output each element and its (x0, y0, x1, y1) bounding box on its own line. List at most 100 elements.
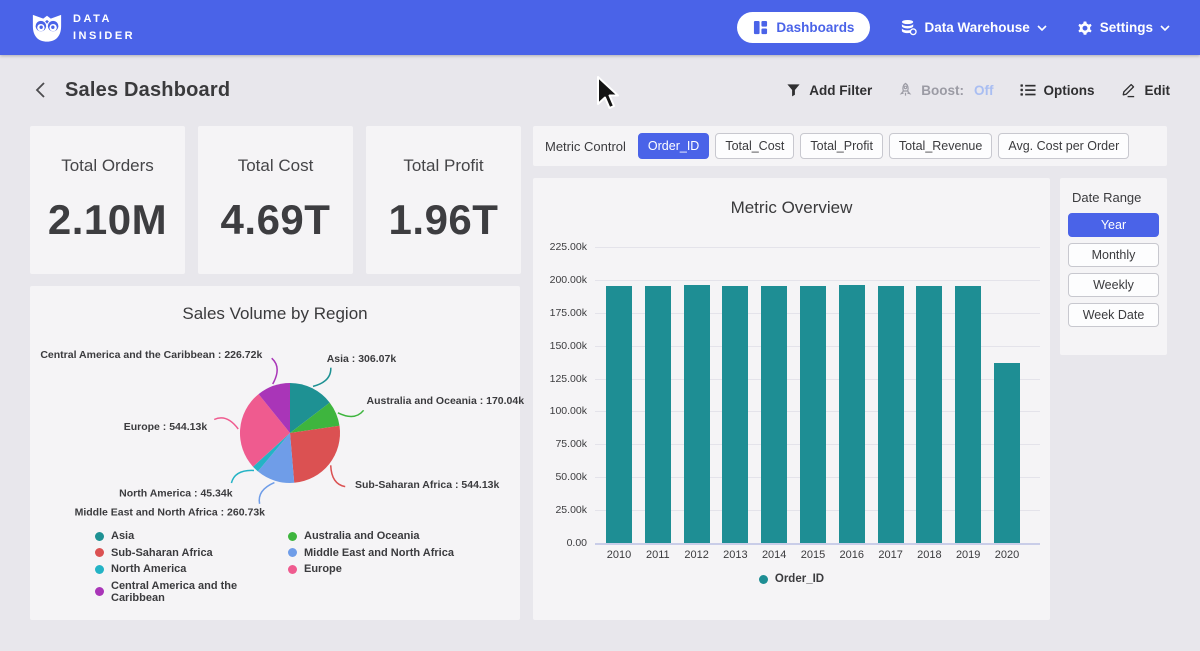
legend-label: Australia and Oceania (304, 530, 420, 542)
x-axis-tick-2014: 2014 (754, 549, 794, 561)
metric-chips: Order_IDTotal_CostTotal_ProfitTotal_Reve… (638, 133, 1129, 159)
chevron-down-icon (1160, 25, 1170, 31)
kpi-label: Total Profit (403, 156, 483, 176)
dashboards-grid-icon (753, 20, 768, 35)
bar-2020[interactable] (994, 363, 1020, 543)
kpi-value: 1.96T (389, 196, 499, 244)
pie-label-sub-saharan-africa: Sub-Saharan Africa : 544.13k (355, 479, 499, 491)
pie-callout-line (214, 418, 238, 429)
pie-legend-item-australia-and-oceania[interactable]: Australia and Oceania (288, 530, 454, 542)
nav-data-warehouse-menu[interactable]: Data Warehouse (900, 19, 1046, 36)
add-filter-button[interactable]: Add Filter (786, 83, 872, 98)
top-navigation: DATA INSIDER Dashboards D (0, 0, 1200, 55)
x-axis-tick-2015: 2015 (793, 549, 833, 561)
y-axis-tick: 175.00k (535, 307, 587, 319)
pie-legend-item-europe[interactable]: Europe (288, 563, 454, 575)
pie-legend-item-sub-saharan-africa[interactable]: Sub-Saharan Africa (95, 547, 288, 559)
pie-label-central-america-and-the-caribbean: Central America and the Caribbean : 226.… (40, 349, 262, 361)
y-axis-tick: 25.00k (535, 504, 587, 516)
database-icon (900, 19, 917, 36)
bar-2014[interactable] (761, 286, 787, 543)
boost-toggle[interactable]: Boost:Off (898, 82, 993, 98)
kpi-value: 4.69T (221, 196, 331, 244)
pie-label-asia: Asia : 306.07k (327, 353, 397, 365)
date-range-card: Date Range YearMonthlyWeeklyWeek Date (1060, 178, 1167, 355)
legend-label: North America (111, 563, 186, 575)
app-root: DATA INSIDER Dashboards D (0, 0, 1200, 651)
legend-label: Asia (111, 530, 134, 542)
options-button[interactable]: Options (1020, 83, 1095, 98)
owl-logo-icon (30, 12, 64, 44)
legend-dot (95, 532, 104, 541)
y-axis-tick: 75.00k (535, 438, 587, 450)
y-axis-tick: 150.00k (535, 340, 587, 352)
brand-text: DATA INSIDER (73, 11, 135, 44)
y-axis-tick: 0.00 (535, 537, 587, 549)
bar-2011[interactable] (645, 286, 671, 543)
pie-callout-line (231, 470, 254, 483)
bar-2019[interactable] (955, 286, 981, 543)
bar-2015[interactable] (800, 286, 826, 543)
gear-icon (1077, 20, 1093, 36)
y-axis-tick: 125.00k (535, 373, 587, 385)
date-range-monthly[interactable]: Monthly (1068, 243, 1159, 267)
pie-callout-line (259, 483, 274, 504)
back-button[interactable] (30, 78, 51, 102)
filter-funnel-icon (786, 83, 801, 98)
nav-dashboards-button[interactable]: Dashboards (737, 12, 870, 43)
metric-chip-total-cost[interactable]: Total_Cost (715, 133, 794, 159)
legend-dot (95, 548, 104, 557)
y-axis-tick: 200.00k (535, 274, 587, 286)
x-axis-tick-2017: 2017 (871, 549, 911, 561)
bar-2012[interactable] (684, 285, 710, 544)
legend-dot (95, 587, 104, 596)
bar-2010[interactable] (606, 286, 632, 543)
legend-label: Sub-Saharan Africa (111, 547, 213, 559)
pie-legend-item-asia[interactable]: Asia (95, 530, 288, 542)
bar-chart-title: Metric Overview (533, 198, 1050, 218)
date-range-buttons: Year Monthly Weekly Week Date (1068, 213, 1159, 327)
pie-legend: Asia Australia and Oceania Sub-Saharan Afr… (95, 530, 454, 604)
x-axis-tick-2016: 2016 (832, 549, 872, 561)
legend-label: Central America and the Caribbean (111, 580, 288, 604)
legend-dot (288, 548, 297, 557)
rocket-icon (898, 82, 913, 98)
pie-legend-item-north-america[interactable]: North America (95, 563, 288, 575)
bar-2017[interactable] (878, 286, 904, 543)
bar-2016[interactable] (839, 285, 865, 543)
pie-label-europe: Europe : 544.13k (124, 421, 208, 433)
metric-chip-total-profit[interactable]: Total_Profit (800, 133, 883, 159)
gridline-200k (595, 280, 1040, 281)
list-options-icon (1020, 83, 1036, 97)
x-axis-tick-2011: 2011 (638, 549, 678, 561)
metric-chip-avg-cost-per-order[interactable]: Avg. Cost per Order (998, 133, 1129, 159)
edit-button[interactable]: Edit (1121, 82, 1171, 98)
pie-callout-line (331, 465, 346, 486)
pie-chart[interactable]: Asia : 306.07kAustralia and Oceania : 17… (30, 316, 520, 566)
nav-menu: Dashboards Data Warehouse Settings (737, 12, 1170, 43)
pie-chart-card: Sales Volume by Region Asia : 306.07kAus… (30, 286, 520, 620)
kpi-card-total-profit: Total Profit 1.96T (366, 126, 521, 274)
metric-chip-total-revenue[interactable]: Total_Revenue (889, 133, 992, 159)
metric-chip-order-id[interactable]: Order_ID (638, 133, 709, 159)
date-range-weekly[interactable]: Weekly (1068, 273, 1159, 297)
date-range-year[interactable]: Year (1068, 213, 1159, 237)
x-axis-tick-2010: 2010 (599, 549, 639, 561)
pie-legend-item-middle-east-and-north-africa[interactable]: Middle East and North Africa (288, 547, 454, 559)
date-range-week-date[interactable]: Week Date (1068, 303, 1159, 327)
y-axis-tick: 225.00k (535, 241, 587, 253)
bar-chart-plot[interactable]: 0.0025.00k50.00k75.00k100.00k125.00k150.… (595, 247, 1040, 543)
gridline-225k (595, 247, 1040, 248)
y-axis-tick: 50.00k (535, 471, 587, 483)
pie-legend-item-central-america-and-the-caribbean[interactable]: Central America and the Caribbean (95, 580, 288, 604)
pie-label-middle-east-and-north-africa: Middle East and North Africa : 260.73k (75, 507, 266, 519)
pencil-icon (1121, 82, 1137, 98)
kpi-label: Total Cost (238, 156, 314, 176)
bar-chart-legend[interactable]: Order_ID (533, 573, 1050, 585)
bar-2013[interactable] (722, 286, 748, 543)
bar-2018[interactable] (916, 286, 942, 543)
brand-logo[interactable]: DATA INSIDER (30, 11, 135, 44)
legend-dot (95, 565, 104, 574)
boost-value: Off (974, 83, 994, 98)
nav-settings-menu[interactable]: Settings (1077, 20, 1170, 36)
